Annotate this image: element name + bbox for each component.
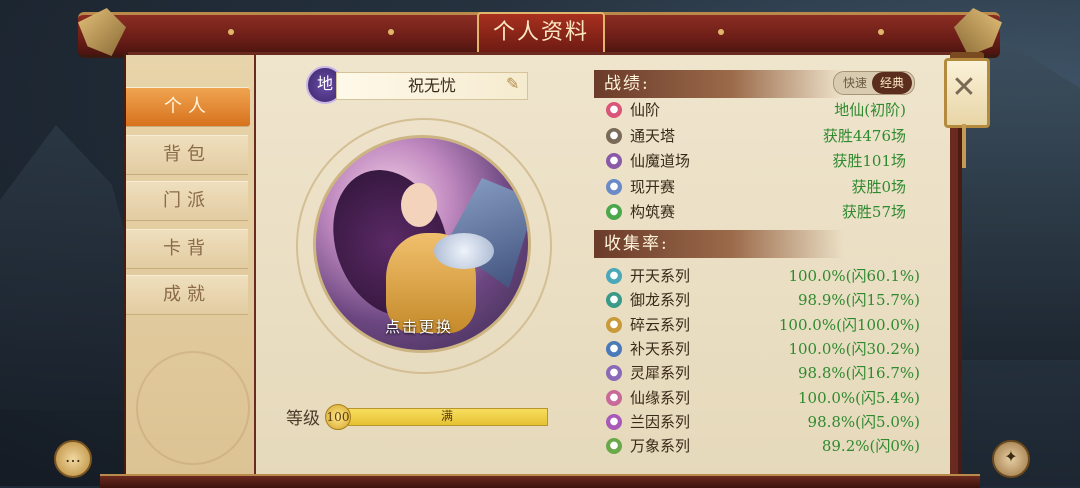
butian-icon: ● [606,340,622,357]
row-value: 100.0%(闪100.0%) [778,315,920,334]
list-item: ● 仙阶 地仙(初阶) [606,99,920,121]
list-item: ● 灵犀系列 98.8%(闪16.7%) [606,362,920,384]
row-value: 获胜0场 [851,177,906,196]
demon-icon: ● [606,153,622,169]
beam-stud [718,29,724,35]
change-avatar-label[interactable]: 点击更换 [313,316,525,337]
row-label: 补天系列 [630,339,691,358]
list-item: ● 开天系列 100.0%(闪60.1%) [606,265,920,287]
chat-icon[interactable]: … [54,440,92,478]
yulong-icon: ● [606,292,622,309]
row-value: 100.0%(闪5.4%) [797,388,920,407]
list-item: ● 补天系列 100.0%(闪30.2%) [606,338,920,360]
row-value: 100.0%(闪60.1%) [788,267,920,285]
row-label: 构筑赛 [630,203,676,221]
sidebar: 个人 背包 门派 卡背 成就 [126,55,254,475]
beam-stud [388,29,394,35]
row-value: 获胜4476场 [822,126,906,145]
list-item: ● 仙缘系列 100.0%(闪5.4%) [606,387,920,409]
tab-personal[interactable]: 个人 [126,87,250,127]
wanxiang-icon: ● [606,438,622,455]
decorative-swirl [136,351,250,465]
list-item: ● 御龙系列 98.9%(闪15.7%) [606,289,920,311]
list-item: ● 现开赛 获胜0场 [606,176,920,198]
row-label: 仙缘系列 [630,388,691,407]
lingxi-icon: ● [606,365,622,382]
tab-backpack[interactable]: 背包 [126,135,248,175]
list-item: ● 构筑赛 获胜57场 [606,201,920,223]
mode-toggle[interactable]: 快速 经典 [833,71,915,95]
row-value: 100.0%(闪30.2%) [788,339,920,358]
tab-card-back[interactable]: 卡背 [126,229,248,269]
row-label: 仙魔道场 [630,152,691,170]
open-match-icon: ● [606,178,622,195]
edit-name-icon[interactable]: ✎ [506,74,526,94]
xianyuan-icon: ● [606,389,622,406]
row-value: 98.9%(闪15.7%) [797,291,920,310]
row-value: 获胜101场 [832,152,906,170]
list-item: ● 仙魔道场 获胜101场 [606,150,920,172]
lantern-tassel [962,124,966,168]
row-label: 御龙系列 [630,291,691,310]
mode-option-classic[interactable]: 经典 [872,72,912,94]
beam-stud [878,29,884,35]
list-item: ● 碎云系列 100.0%(闪100.0%) [606,314,920,336]
beam-stud [228,29,234,35]
page-title: 个人资料 [477,12,605,56]
row-label: 万象系列 [630,437,691,456]
row-label: 现开赛 [630,177,676,196]
build-icon: ● [606,204,622,220]
level-label: 等级 [286,409,320,429]
lanyin-icon: ● [606,413,622,430]
avatar-art-face [401,183,437,227]
list-item: ● 万象系列 89.2%(闪0%) [606,435,920,457]
player-name: 祝无忧 [336,72,528,100]
suiyun-icon: ● [606,316,622,333]
tab-sect[interactable]: 门派 [126,181,248,221]
row-value: 98.8%(闪16.7%) [797,364,920,383]
avatar-art-pet [434,233,494,269]
tab-achievements[interactable]: 成就 [126,275,248,315]
star-icon: ● [606,102,622,118]
activity-icon[interactable]: ✦ [992,440,1030,478]
row-value: 98.8%(闪5.0%) [807,412,920,431]
row-value: 89.2%(闪0%) [821,437,920,456]
mode-option-fast[interactable]: 快速 [836,72,874,94]
row-label: 兰因系列 [630,412,691,431]
row-value: 获胜57场 [841,203,906,221]
list-item: ● 兰因系列 98.8%(闪5.0%) [606,411,920,433]
row-label: 碎云系列 [630,315,691,334]
row-label: 开天系列 [630,267,691,285]
row-value: 地仙(初阶) [834,101,906,119]
row-label: 仙阶 [630,101,661,119]
tower-icon: ● [606,127,622,144]
level-value: 100 [325,404,351,430]
kaitian-icon: ● [606,268,622,284]
record-header: 战绩: [594,70,844,98]
row-label: 通天塔 [630,126,676,145]
level-bar-text: 满 [440,409,453,423]
close-icon[interactable]: ✕ [944,66,984,110]
collection-header: 收集率: [594,230,844,258]
row-label: 灵犀系列 [630,364,691,383]
list-item: ● 通天塔 获胜4476场 [606,125,920,147]
